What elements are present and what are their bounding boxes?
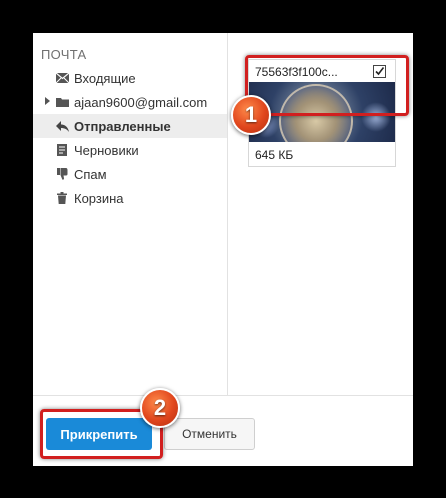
folder-icon — [55, 95, 69, 109]
folder-list: Входящие ajaan9600@gmail.com Отправленны… — [33, 66, 227, 210]
thumbs-down-icon — [55, 167, 69, 181]
step-badge-1: 1 — [231, 95, 271, 135]
sidebar-item-inbox[interactable]: Входящие — [33, 66, 227, 90]
sidebar-item-label: ajaan9600@gmail.com — [74, 95, 208, 110]
sidebar-item-label: Входящие — [74, 71, 136, 86]
sidebar-heading: ПОЧТА — [41, 47, 87, 62]
attachment-size: 645 КБ — [255, 148, 294, 162]
sidebar-item-sent[interactable]: Отправленные — [33, 114, 227, 138]
trash-icon — [55, 191, 69, 205]
sidebar-item-trash[interactable]: Корзина — [33, 186, 227, 210]
sidebar-item-drafts[interactable]: Черновики — [33, 138, 227, 162]
envelope-icon — [55, 71, 69, 85]
sidebar-item-label: Черновики — [74, 143, 139, 158]
reply-icon — [55, 119, 69, 133]
sidebar-item-label: Отправленные — [74, 119, 171, 134]
cancel-button[interactable]: Отменить — [164, 418, 255, 450]
sidebar-item-spam[interactable]: Спам — [33, 162, 227, 186]
step-badge-2: 2 — [140, 388, 180, 428]
sidebar-item-label: Спам — [74, 167, 107, 182]
expand-arrow-icon[interactable] — [45, 97, 50, 105]
sidebar-item-label: Корзина — [74, 191, 124, 206]
sidebar-item-account[interactable]: ajaan9600@gmail.com — [33, 90, 227, 114]
mail-sidebar: ПОЧТА Входящие ajaan9600@gmail.com Отпра… — [33, 33, 228, 395]
draft-icon — [55, 143, 69, 157]
